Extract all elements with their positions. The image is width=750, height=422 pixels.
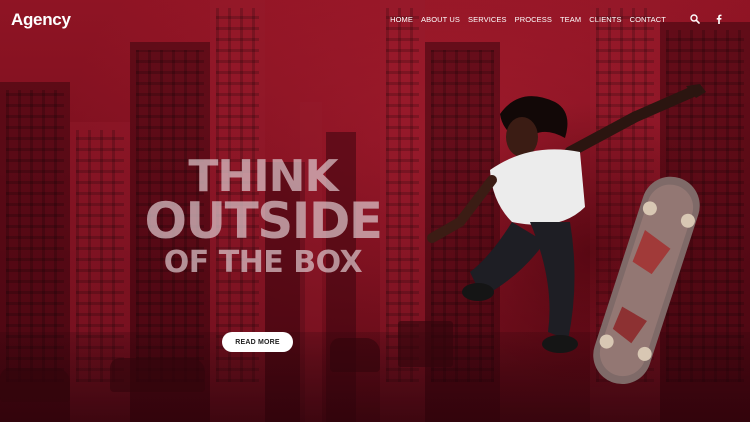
- main-menu: HOME ABOUT US SERVICES PROCESS TEAM CLIE…: [390, 15, 666, 24]
- search-icon[interactable]: [688, 12, 702, 26]
- hero-headline: THINK OUTSIDE OF THE BOX: [128, 155, 398, 281]
- nav-about-us[interactable]: ABOUT US: [421, 15, 460, 24]
- hero-section: Agency HOME ABOUT US SERVICES PROCESS TE…: [0, 0, 750, 422]
- top-navigation-bar: Agency HOME ABOUT US SERVICES PROCESS TE…: [0, 0, 750, 40]
- facebook-icon[interactable]: [712, 12, 726, 26]
- nav-contact[interactable]: CONTACT: [630, 15, 666, 24]
- nav-services[interactable]: SERVICES: [468, 15, 507, 24]
- read-more-button[interactable]: READ MORE: [222, 332, 293, 352]
- nav-process[interactable]: PROCESS: [515, 15, 552, 24]
- headline-line-3: OF THE BOX: [163, 245, 363, 281]
- skateboarder-image: [427, 84, 720, 402]
- headline-line-2: OUTSIDE: [144, 191, 384, 250]
- nav-clients[interactable]: CLIENTS: [589, 15, 621, 24]
- nav-team[interactable]: TEAM: [560, 15, 581, 24]
- brand-logo[interactable]: Agency: [11, 10, 71, 30]
- nav-home[interactable]: HOME: [390, 15, 413, 24]
- nav-icons: [688, 12, 726, 26]
